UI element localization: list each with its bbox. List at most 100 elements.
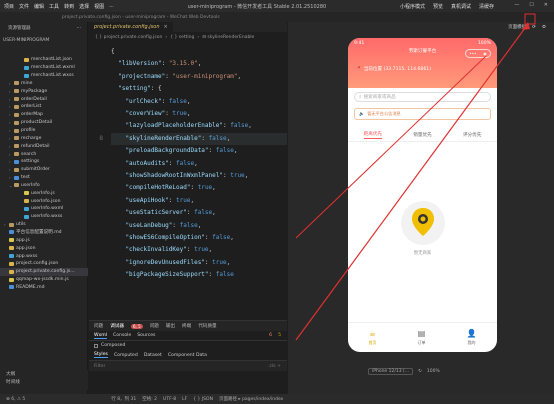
status-item[interactable]: ⊗ 6, ⚠ 5: [6, 397, 25, 402]
project-root[interactable]: USER-MINIPROGRAM: [0, 34, 87, 46]
editor-tab[interactable]: project.private.config.json ×: [89, 22, 173, 32]
file-tree-item[interactable]: userInfo.js: [0, 189, 88, 197]
code-line[interactable]: "ignoreDevUnusedFiles": true,: [111, 257, 287, 269]
toolbar-button[interactable]: 清缓存: [479, 3, 494, 10]
simulator-mode-label[interactable]: 页面模拟: [508, 24, 526, 30]
status-item[interactable]: 页面路径 ▸ pages/index/index: [219, 396, 283, 402]
file-tree-item[interactable]: README.md: [0, 283, 88, 291]
styles-tab[interactable]: Computed: [114, 353, 138, 358]
device-select[interactable]: iPhone 12/13 (...: [368, 367, 414, 375]
breadcrumb-item[interactable]: ›: [197, 35, 199, 40]
file-tree-item[interactable]: › orderDetail: [0, 95, 88, 103]
status-item[interactable]: UTF-8: [163, 397, 176, 402]
breadcrumb-item[interactable]: { } project.private.config.json: [95, 35, 162, 40]
status-item[interactable]: 行 8，列 31: [111, 396, 136, 402]
close-icon[interactable]: ✕: [544, 2, 548, 8]
code-line[interactable]: "urlCheck": false,: [111, 96, 287, 108]
composed-checkbox[interactable]: [94, 343, 98, 348]
zoom-select[interactable]: 100%: [427, 369, 440, 374]
menu-item[interactable]: 视图: [94, 3, 104, 10]
code-line[interactable]: "lazyloadPlaceholderEnable": false,: [111, 120, 287, 132]
breadcrumb-item[interactable]: ⊟ skylineRenderEnable: [202, 35, 254, 40]
cls-button[interactable]: .cls: [268, 364, 276, 369]
sort-tab[interactable]: 距离优先: [363, 131, 383, 139]
toolbar-button[interactable]: 小程序模式: [400, 3, 425, 10]
debugger-tab[interactable]: Sources: [137, 333, 155, 338]
code-line[interactable]: "preloadBackgroundData": false,: [111, 145, 287, 157]
filter-input[interactable]: Filter: [94, 364, 105, 369]
menu-item[interactable]: ...: [109, 3, 114, 10]
maximize-icon[interactable]: ☐: [529, 2, 533, 8]
code-line[interactable]: "projectname": "user-miniprogram",: [111, 71, 287, 83]
settings-icon[interactable]: ⚙: [542, 25, 546, 30]
code-line[interactable]: "checkInvalidKey": true,: [111, 244, 287, 256]
menu-item[interactable]: 编辑: [34, 3, 44, 10]
toolbar-button[interactable]: 预览: [433, 3, 443, 10]
more-dots-icon[interactable]: •••: [469, 51, 476, 56]
file-tree-item[interactable]: app.wxss: [0, 252, 88, 260]
file-tree-item[interactable]: › mine: [0, 80, 88, 88]
code-line[interactable]: "bigPackageSizeSupport": false: [111, 269, 287, 281]
devtools-tab[interactable]: 输出: [166, 323, 175, 329]
debugger-tab[interactable]: Console: [113, 333, 131, 338]
file-tree-item[interactable]: › submitOrder: [0, 166, 88, 174]
file-tree-item[interactable]: merchantList.wxss: [0, 72, 88, 80]
file-tree-item[interactable]: › refundDetail: [0, 142, 88, 150]
capsule-menu[interactable]: ••• ◉: [465, 49, 491, 58]
file-tree-item[interactable]: › settings: [0, 158, 88, 166]
menu-item[interactable]: 项目: [4, 3, 14, 10]
menu-item[interactable]: 工具: [49, 3, 59, 10]
devtools-tab[interactable]: 调试器: [110, 323, 124, 329]
devtools-tab[interactable]: 问题: [94, 323, 103, 329]
sort-tab[interactable]: 评分优先: [463, 132, 481, 138]
tab-bar-item[interactable]: 👤 我的: [467, 329, 477, 346]
file-tree-item[interactable]: › orderMap: [0, 111, 88, 119]
file-tree-item[interactable]: › recharge: [0, 134, 88, 142]
file-tree-item[interactable]: › test: [0, 174, 88, 182]
breadcrumb-item[interactable]: { } setting: [170, 35, 194, 40]
code-line[interactable]: "skylineRenderEnable": false,: [111, 132, 287, 146]
file-tree-item[interactable]: userInfo.wxml: [0, 205, 88, 213]
status-item[interactable]: { } JSON: [193, 397, 213, 402]
code-line[interactable]: "coverView": true,: [111, 108, 287, 120]
file-tree-item[interactable]: userInfo.wxss: [0, 213, 88, 221]
refresh-icon[interactable]: ⟳: [532, 25, 536, 30]
minimize-icon[interactable]: —: [514, 2, 519, 8]
menu-item[interactable]: 文件: [19, 3, 29, 10]
toolbar-button[interactable]: 真机调试: [451, 3, 471, 10]
tab-bar-item[interactable]: ▤ 订单: [418, 329, 426, 346]
file-tree-item[interactable]: ⌄ userInfo: [0, 182, 88, 190]
file-tree-item[interactable]: › profile: [0, 127, 88, 135]
code-editor[interactable]: project.private.config.json × { } projec…: [89, 22, 287, 320]
file-tree-item[interactable]: project.private.config.js...: [0, 267, 88, 276]
sidebar-section[interactable]: 大纲: [0, 370, 88, 378]
location-row[interactable]: 📍 当前位置 (33.7115, 114.6861): [356, 66, 431, 73]
file-tree-item[interactable]: merchantList.json: [0, 56, 88, 64]
styles-tab[interactable]: Component Data: [168, 353, 207, 358]
devtools-tab[interactable]: 问题: [150, 323, 159, 329]
file-tree-item[interactable]: project.config.json: [0, 260, 88, 268]
status-item[interactable]: LF: [182, 397, 187, 402]
close-tab-icon[interactable]: ×: [164, 24, 168, 30]
devtools-tab[interactable]: 终端: [182, 323, 191, 329]
status-item[interactable]: 空格: 2: [142, 396, 157, 402]
file-tree-item[interactable]: › utils: [0, 221, 88, 229]
search-input[interactable]: ⌕ 搜索商家或商品: [354, 92, 491, 102]
file-tree-item[interactable]: qqmap-wx-jssdk.min.js: [0, 276, 88, 284]
file-tree-item[interactable]: › productDetail: [0, 119, 88, 127]
code-line[interactable]: "compileHotReLoad": true,: [111, 182, 287, 194]
rotate-icon[interactable]: ↻: [418, 369, 422, 374]
code-line[interactable]: "setting": {: [111, 83, 287, 95]
file-tree-item[interactable]: › orderList: [0, 103, 88, 111]
breadcrumb-item[interactable]: ›: [165, 35, 167, 40]
styles-tab[interactable]: Styles: [94, 352, 108, 358]
file-tree-item[interactable]: › myPackage: [0, 87, 88, 95]
menu-item[interactable]: 选择: [79, 3, 89, 10]
code-line[interactable]: "useApiHook": true,: [111, 195, 287, 207]
sidebar-section[interactable]: 时间线: [0, 378, 88, 386]
code-line[interactable]: "libVersion": "3.15.0",: [111, 58, 287, 70]
menu-item[interactable]: 转到: [64, 3, 74, 10]
file-tree-item[interactable]: userInfo.json: [0, 197, 88, 205]
code-line[interactable]: "showES6CompileOption": false,: [111, 232, 287, 244]
code-line[interactable]: "autoAudits": false,: [111, 158, 287, 170]
